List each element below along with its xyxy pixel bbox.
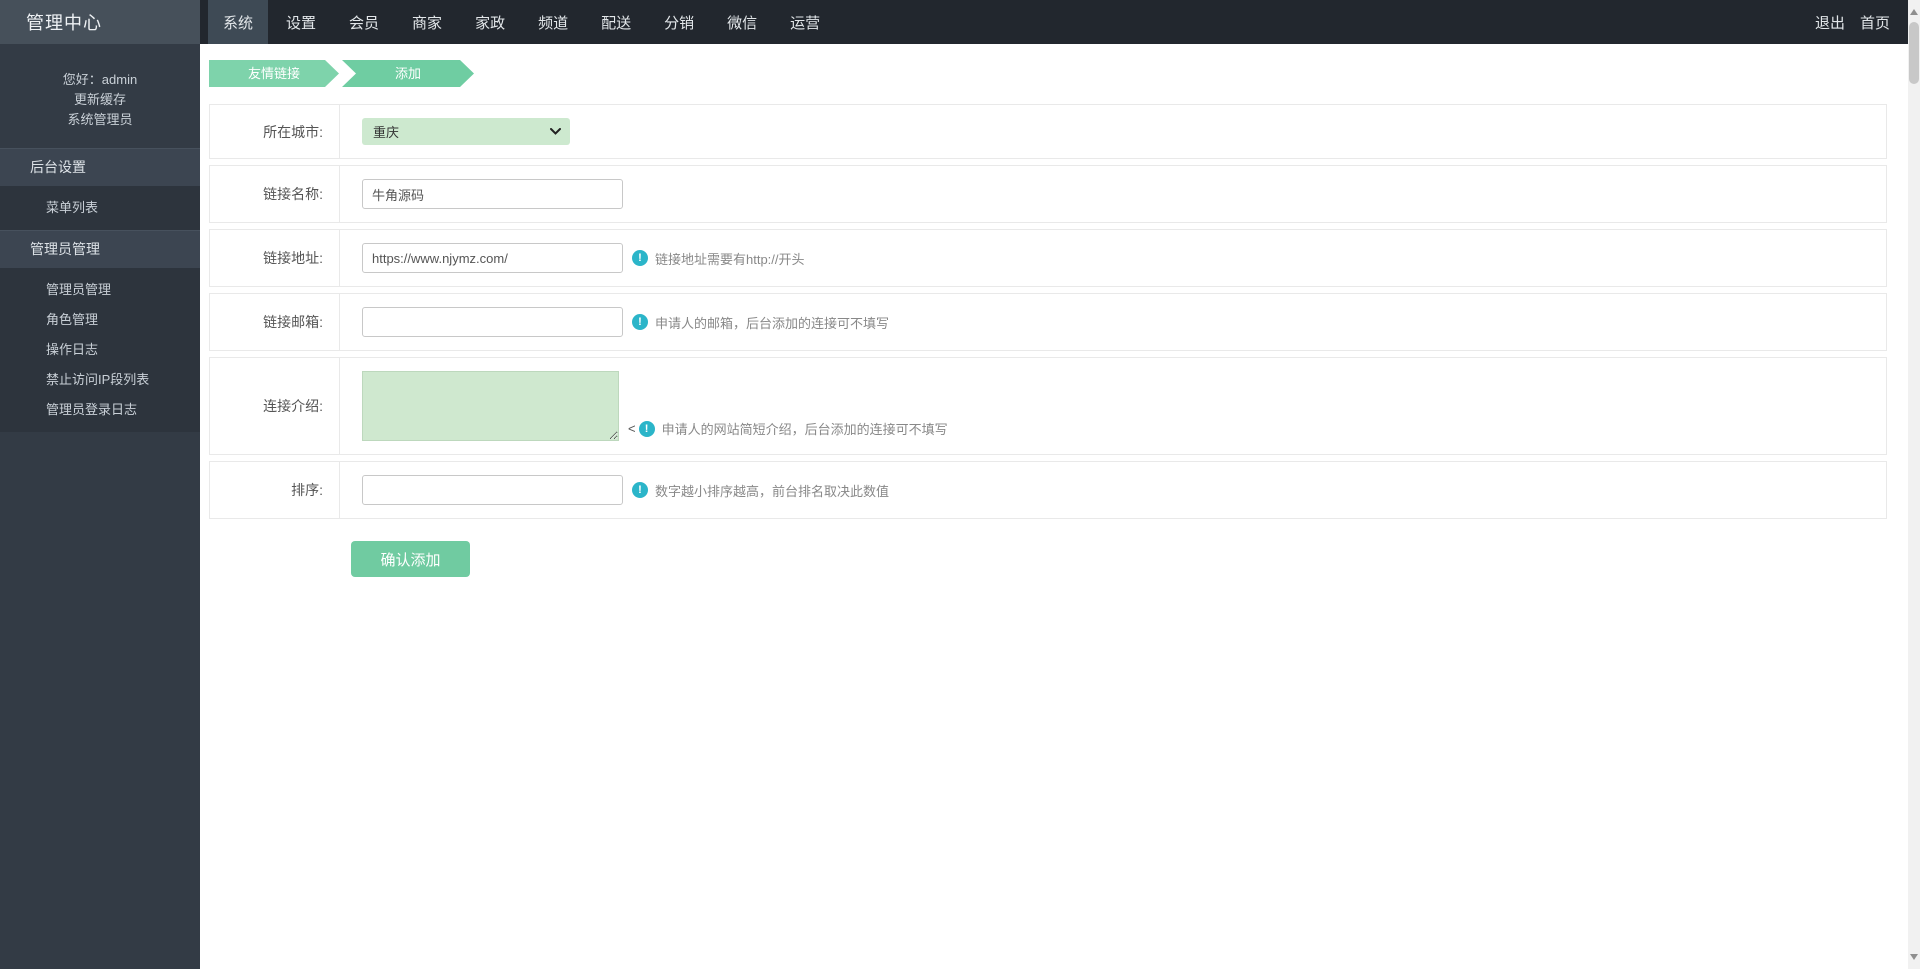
home-link[interactable]: 首页 bbox=[1860, 12, 1890, 33]
link-description-label: 连接介绍: bbox=[210, 358, 340, 454]
sidebar-item-admin-login-log[interactable]: 管理员登录日志 bbox=[0, 395, 200, 425]
nav-items: 系统 设置 会员 商家 家政 频道 配送 分销 微信 运营 bbox=[208, 0, 838, 44]
link-name-input[interactable] bbox=[362, 179, 623, 209]
nav-item-housekeeping[interactable]: 家政 bbox=[460, 0, 520, 44]
link-description-textarea[interactable] bbox=[362, 371, 619, 441]
sidebar: 您好：admin 更新缓存 系统管理员 后台设置 菜单列表 管理员管理 管理员管… bbox=[0, 44, 200, 969]
breadcrumb: 友情链接 添加 bbox=[209, 60, 1887, 87]
chevron-down-icon bbox=[550, 128, 561, 135]
sidebar-section-backend-settings[interactable]: 后台设置 bbox=[0, 148, 200, 186]
info-icon: ! bbox=[632, 482, 648, 498]
form-row-link-name: 链接名称: bbox=[209, 165, 1887, 223]
scroll-up-arrow-icon[interactable] bbox=[1910, 9, 1918, 15]
hint-text: 数字越小排序越高，前台排名取决此数值 bbox=[655, 481, 889, 500]
breadcrumb-tab-add[interactable]: 添加 bbox=[342, 60, 474, 87]
link-url-label: 链接地址: bbox=[210, 230, 340, 286]
sidebar-panel-admin-management: 管理员管理 角色管理 操作日志 禁止访问IP段列表 管理员登录日志 bbox=[0, 268, 200, 432]
link-email-label: 链接邮箱: bbox=[210, 294, 340, 350]
nav-item-wechat[interactable]: 微信 bbox=[712, 0, 772, 44]
system-admin-link[interactable]: 系统管理员 bbox=[0, 110, 200, 130]
city-label: 所在城市: bbox=[210, 105, 340, 158]
link-email-input[interactable] bbox=[362, 307, 623, 337]
nav-item-operations[interactable]: 运营 bbox=[775, 0, 835, 44]
sidebar-item-menu-list[interactable]: 菜单列表 bbox=[0, 193, 200, 223]
link-description-hint: < ! 申请人的网站简短介绍，后台添加的连接可不填写 bbox=[628, 419, 948, 438]
nav-item-distribution[interactable]: 分销 bbox=[649, 0, 709, 44]
breadcrumb-tab-friend-links[interactable]: 友情链接 bbox=[209, 60, 339, 87]
link-url-hint: ! 链接地址需要有http://开头 bbox=[632, 249, 805, 268]
refresh-cache-link[interactable]: 更新缓存 bbox=[0, 90, 200, 110]
link-name-label: 链接名称: bbox=[210, 166, 340, 222]
form-row-city: 所在城市: 重庆 bbox=[209, 104, 1887, 159]
nav-item-channels[interactable]: 频道 bbox=[523, 0, 583, 44]
app-logo: 管理中心 bbox=[0, 0, 200, 44]
city-select-value: 重庆 bbox=[373, 122, 399, 141]
sort-order-label: 排序: bbox=[210, 462, 340, 518]
nav-item-settings[interactable]: 设置 bbox=[271, 0, 331, 44]
sidebar-panel-backend-settings: 菜单列表 bbox=[0, 186, 200, 230]
main-content: 友情链接 添加 所在城市: 重庆 链接名称: 链接地址: ! 链接地址需要有ht… bbox=[200, 44, 1908, 969]
sidebar-item-operation-log[interactable]: 操作日志 bbox=[0, 335, 200, 365]
logout-link[interactable]: 退出 bbox=[1815, 12, 1845, 33]
form-row-link-url: 链接地址: ! 链接地址需要有http://开头 bbox=[209, 229, 1887, 287]
nav-item-delivery[interactable]: 配送 bbox=[586, 0, 646, 44]
top-navbar: 管理中心 系统 设置 会员 商家 家政 频道 配送 分销 微信 运营 退出 首页 bbox=[0, 0, 1908, 44]
greeting-text: 您好：admin bbox=[0, 70, 200, 90]
nav-item-merchants[interactable]: 商家 bbox=[397, 0, 457, 44]
nav-item-members[interactable]: 会员 bbox=[334, 0, 394, 44]
window-scrollbar[interactable] bbox=[1908, 0, 1920, 969]
user-info: 您好：admin 更新缓存 系统管理员 bbox=[0, 44, 200, 148]
link-url-input[interactable] bbox=[362, 243, 623, 273]
sidebar-item-admin-management[interactable]: 管理员管理 bbox=[0, 275, 200, 305]
hint-text: 申请人的邮箱，后台添加的连接可不填写 bbox=[655, 313, 889, 332]
scrollbar-thumb[interactable] bbox=[1909, 22, 1919, 84]
form-row-sort-order: 排序: ! 数字越小排序越高，前台排名取决此数值 bbox=[209, 461, 1887, 519]
sidebar-item-role-management[interactable]: 角色管理 bbox=[0, 305, 200, 335]
hint-text: 链接地址需要有http://开头 bbox=[655, 249, 805, 268]
confirm-add-button[interactable]: 确认添加 bbox=[351, 541, 470, 577]
info-icon: ! bbox=[632, 314, 648, 330]
form-row-link-email: 链接邮箱: ! 申请人的邮箱，后台添加的连接可不填写 bbox=[209, 293, 1887, 351]
sidebar-section-admin-management[interactable]: 管理员管理 bbox=[0, 230, 200, 268]
form-row-link-description: 连接介绍: < ! 申请人的网站简短介绍，后台添加的连接可不填写 bbox=[209, 357, 1887, 455]
hint-text: 申请人的网站简短介绍，后台添加的连接可不填写 bbox=[662, 419, 948, 438]
info-icon: ! bbox=[632, 250, 648, 266]
nav-item-system[interactable]: 系统 bbox=[208, 0, 268, 44]
info-icon: ! bbox=[639, 421, 655, 437]
sidebar-item-blocked-ip-list[interactable]: 禁止访问IP段列表 bbox=[0, 365, 200, 395]
sort-order-input[interactable] bbox=[362, 475, 623, 505]
scroll-down-arrow-icon[interactable] bbox=[1910, 954, 1918, 960]
sort-order-hint: ! 数字越小排序越高，前台排名取决此数值 bbox=[632, 481, 889, 500]
link-email-hint: ! 申请人的邮箱，后台添加的连接可不填写 bbox=[632, 313, 889, 332]
hint-prefix: < bbox=[628, 421, 636, 436]
city-select[interactable]: 重庆 bbox=[362, 118, 570, 145]
nav-right: 退出 首页 bbox=[1815, 0, 1908, 44]
